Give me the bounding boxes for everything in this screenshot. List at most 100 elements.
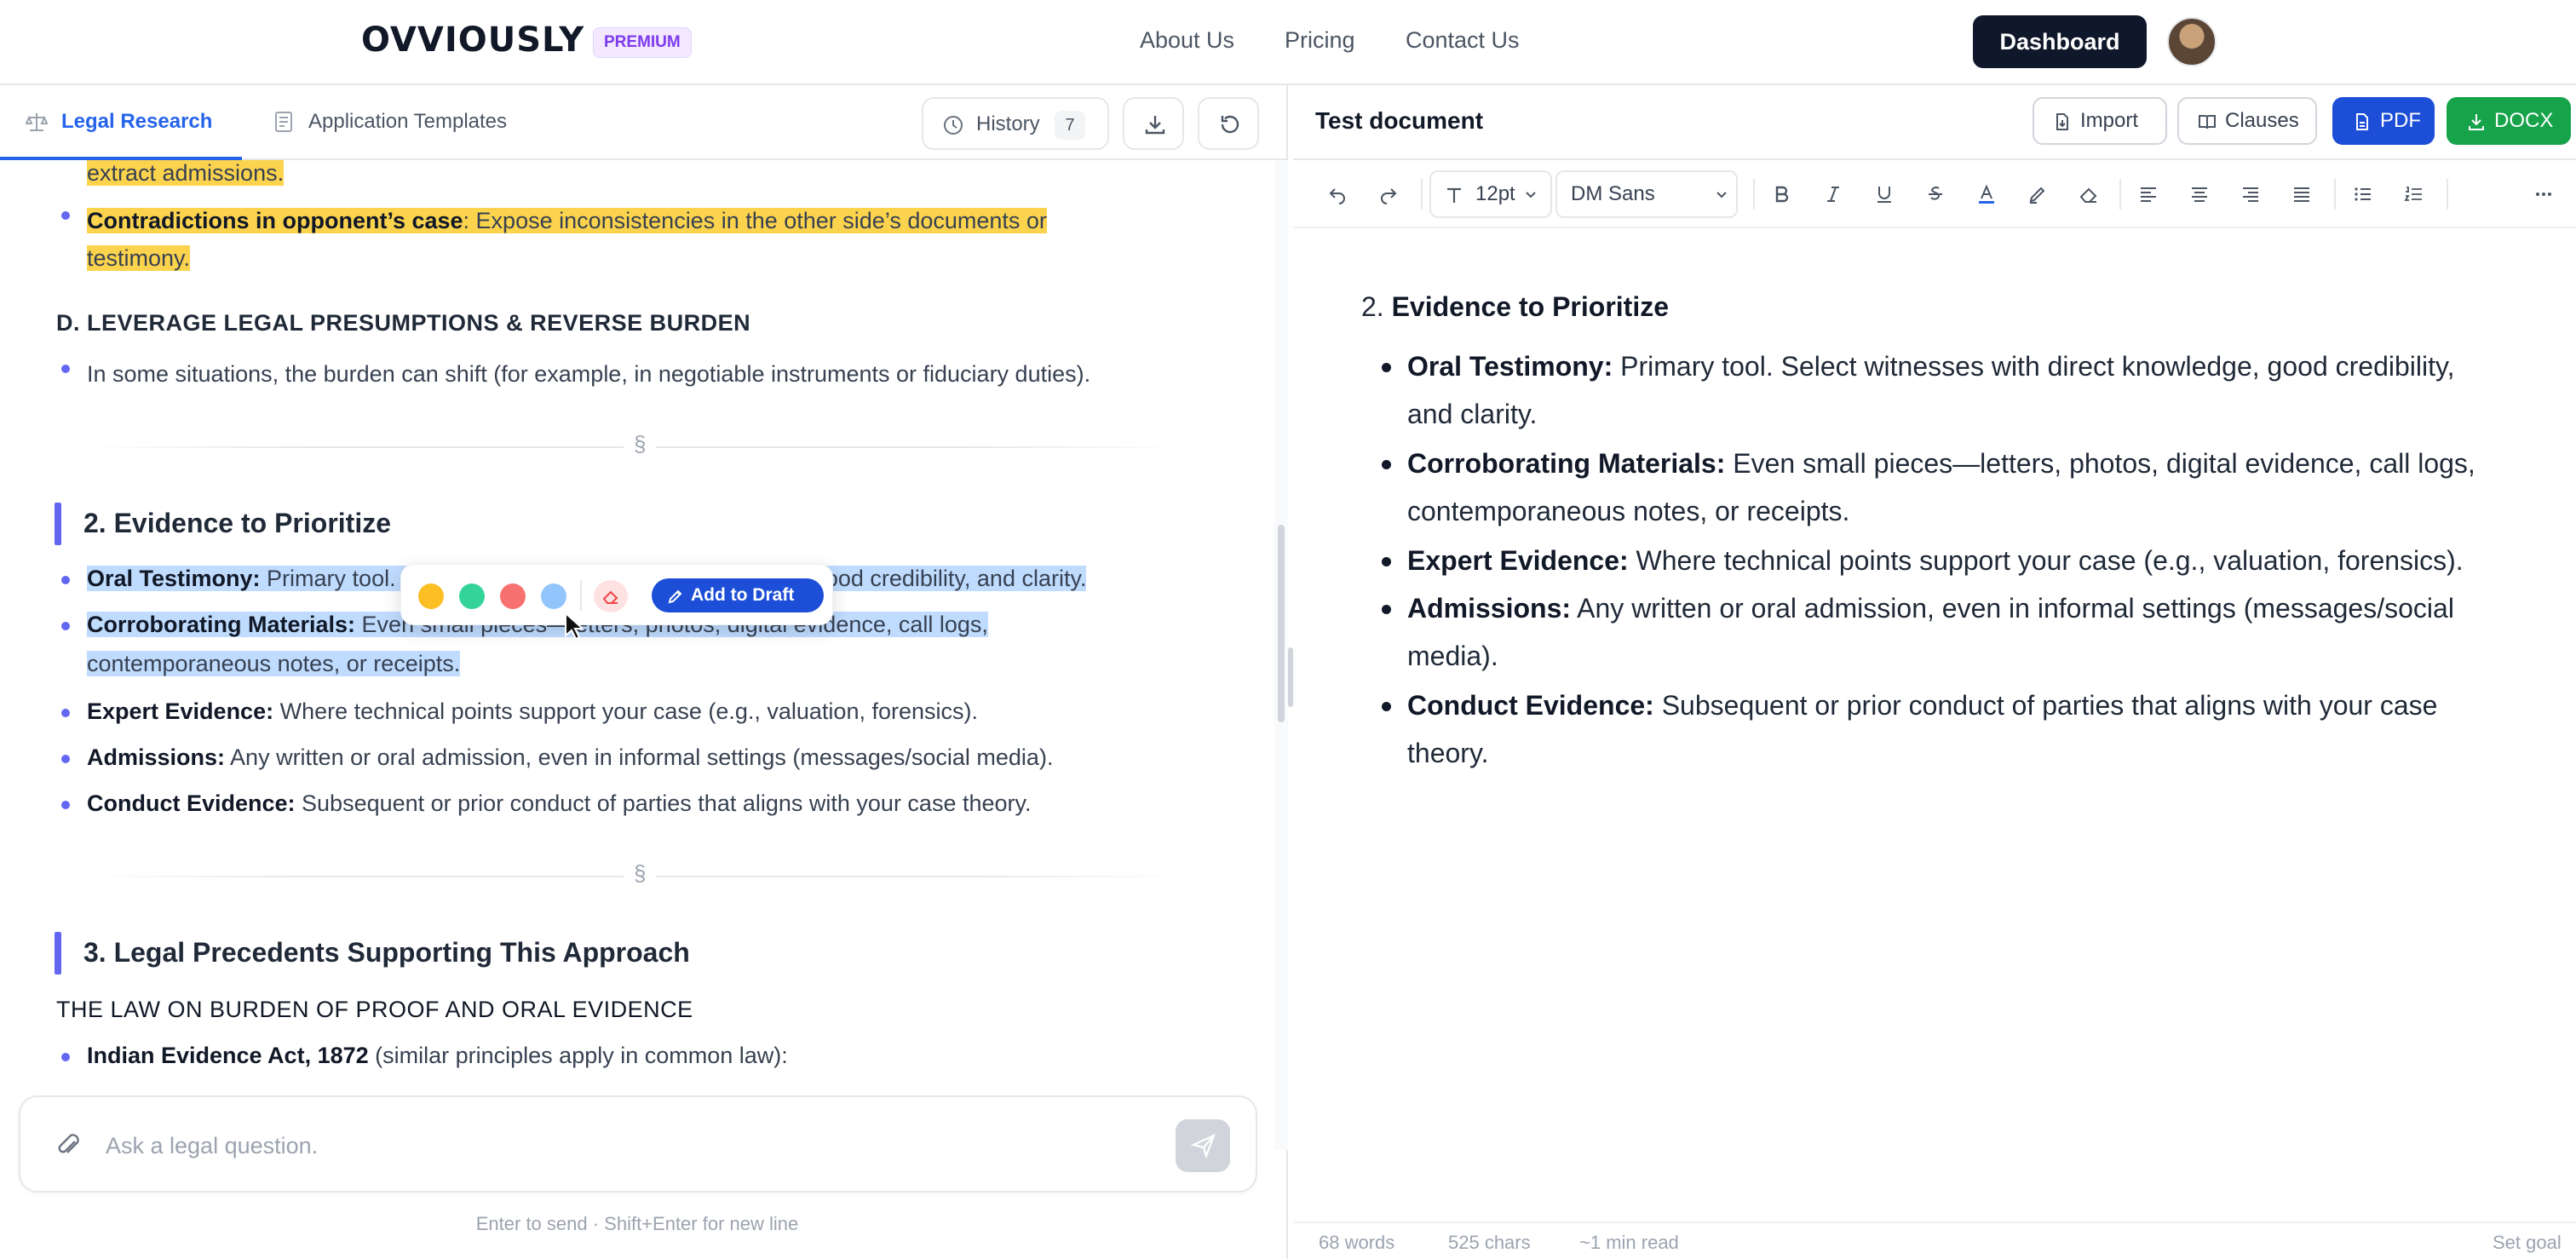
font-size-value: 12pt [1475,182,1515,205]
doc-item-oral-testimony-cont[interactable]: and clarity. [1407,399,1537,430]
paperclip-icon[interactable] [55,1131,83,1160]
doc-item-expert[interactable]: Expert Evidence: Where technical points … [1407,545,2464,577]
export-docx-button[interactable]: DOCX [2447,97,2571,145]
doc-item-admissions[interactable]: Admissions: Any written or oral admissio… [1407,593,2454,624]
doc-bullet [1382,557,1391,566]
font-size-select[interactable]: 12pt [1429,170,1552,218]
send-button[interactable] [1176,1119,1230,1172]
list-bullet [61,576,70,584]
file-import-icon [2056,113,2068,130]
toolbar-divider [1753,179,1755,210]
text-color-icon [1979,184,1994,204]
numbered-list-button[interactable] [2399,179,2429,210]
font-family-value: DM Sans [1571,182,1655,205]
refresh-button[interactable] [1198,97,1259,150]
more-options-button[interactable] [2528,179,2559,210]
undo-icon [1329,188,1345,204]
eraser-icon [2079,187,2097,203]
remove-highlight-button[interactable] [594,580,628,612]
history-button[interactable]: History 7 [922,97,1109,150]
section-title-precedents: 3. Legal Precedents Supporting This Appr… [83,937,690,968]
section-accent-bar [55,932,61,974]
pencil-icon [668,589,682,604]
doc-bullet [1382,363,1391,372]
bullet-list-button[interactable] [2348,179,2378,210]
tab-label: Application Templates [308,110,508,133]
brand-logo[interactable]: OVVIOUSLY [361,20,584,60]
highlight-red-swatch[interactable] [500,584,526,609]
chat-input[interactable]: Ask a legal question. [106,1133,318,1159]
toolbar-divider [2447,179,2448,210]
highlight-yellow-swatch[interactable] [418,584,444,609]
add-to-draft-button[interactable]: Add to Draft [652,578,824,612]
list-bullet [61,622,70,630]
highlighter-icon [2029,187,2045,204]
set-goal-link[interactable]: Set goal [2493,1232,2562,1254]
editor-status-bar: 68 words 525 chars ~1 min read Set goal [1293,1222,2576,1259]
doc-item-conduct-cont[interactable]: theory. [1407,738,1488,769]
clear-format-button[interactable] [2073,179,2104,210]
doc-item-oral-testimony[interactable]: Oral Testimony: Primary tool. Select wit… [1407,351,2455,382]
list-item-leverage: In some situations, the burden can shift… [87,361,1091,387]
section-mark: § [624,431,657,457]
doc-bullet [1382,702,1391,711]
section-mark: § [624,860,657,887]
section-title-evidence: 2. Evidence to Prioritize [83,508,391,538]
clauses-button[interactable]: Clauses [2177,97,2317,145]
list-bullet [61,1053,70,1061]
history-label: History [976,112,1040,135]
scrollbar-thumb[interactable] [1278,525,1285,722]
refresh-icon [1221,115,1239,134]
chat-input-box[interactable]: Ask a legal question. [19,1095,1257,1193]
doc-item-admissions-cont[interactable]: media). [1407,641,1498,672]
align-center-button[interactable] [2184,179,2215,210]
underline-button[interactable] [1869,179,1900,210]
list-item-evidence-act: Indian Evidence Act, 1872 (similar princ… [87,1043,788,1068]
highlight-green-swatch[interactable] [459,584,485,609]
download-button[interactable] [1123,97,1184,150]
formatting-toolbar: 12pt DM Sans [1293,160,2576,228]
char-count: 525 chars [1448,1232,1531,1253]
nav-pricing[interactable]: Pricing [1285,27,1355,54]
law-heading: THE LAW ON BURDEN OF PROOF AND ORAL EVID… [56,997,693,1022]
numbered-list-icon [2404,187,2422,201]
nav-about-us[interactable]: About Us [1140,27,1234,54]
align-left-button[interactable] [2133,179,2164,210]
research-panel: Legal Research Application Templates His… [0,85,1288,1259]
tab-application-templates[interactable]: Application Templates [247,85,562,160]
align-right-button[interactable] [2235,179,2266,210]
word-count: 68 words [1319,1232,1395,1253]
bullet-list-icon [2355,187,2371,201]
doc-heading[interactable]: 2. Evidence to Prioritize [1361,291,1669,323]
font-family-select[interactable]: DM Sans [1555,170,1738,218]
align-justify-button[interactable] [2286,179,2317,210]
redo-button[interactable] [1373,179,1404,210]
chat-hint: Enter to send · Shift+Enter for new line [475,1213,799,1234]
text-color-button[interactable] [1971,179,2002,210]
doc-item-corroborating-cont[interactable]: contemporaneous notes, or receipts. [1407,496,1849,527]
user-avatar[interactable] [2167,17,2217,66]
dashboard-button[interactable]: Dashboard [1973,15,2147,68]
export-pdf-button[interactable]: PDF [2332,97,2435,145]
highlight-blue-swatch[interactable] [541,584,566,609]
pdf-file-icon [2356,113,2368,130]
align-center-icon [2192,187,2207,202]
history-count: 7 [1055,111,1085,140]
list-item-corroborating-cont[interactable]: contemporaneous notes, or receipts. [87,651,461,677]
highlight-button[interactable] [2022,179,2053,210]
document-title[interactable]: Test document [1315,107,1483,135]
doc-item-corroborating[interactable]: Corroborating Materials: Even small piec… [1407,448,2475,480]
doc-item-conduct[interactable]: Conduct Evidence: Subsequent or prior co… [1407,690,2437,721]
undo-button[interactable] [1322,179,1353,210]
list-item-admissions: Admissions: Any written or oral admissio… [87,744,1054,770]
strikethrough-button[interactable] [1920,179,1951,210]
nav-contact-us[interactable]: Contact Us [1406,27,1520,54]
import-button[interactable]: Import [2033,97,2167,145]
document-editor[interactable]: 2. Evidence to Prioritize Oral Testimony… [1293,228,2576,1208]
italic-button[interactable] [1818,179,1849,210]
premium-badge: PREMIUM [593,27,692,58]
bold-button[interactable] [1767,179,1797,210]
redo-icon [1381,188,1397,204]
editor-panel: Test document Import Clauses PDF DOCX 12… [1293,85,2576,1259]
tab-legal-research[interactable]: Legal Research [0,85,242,160]
